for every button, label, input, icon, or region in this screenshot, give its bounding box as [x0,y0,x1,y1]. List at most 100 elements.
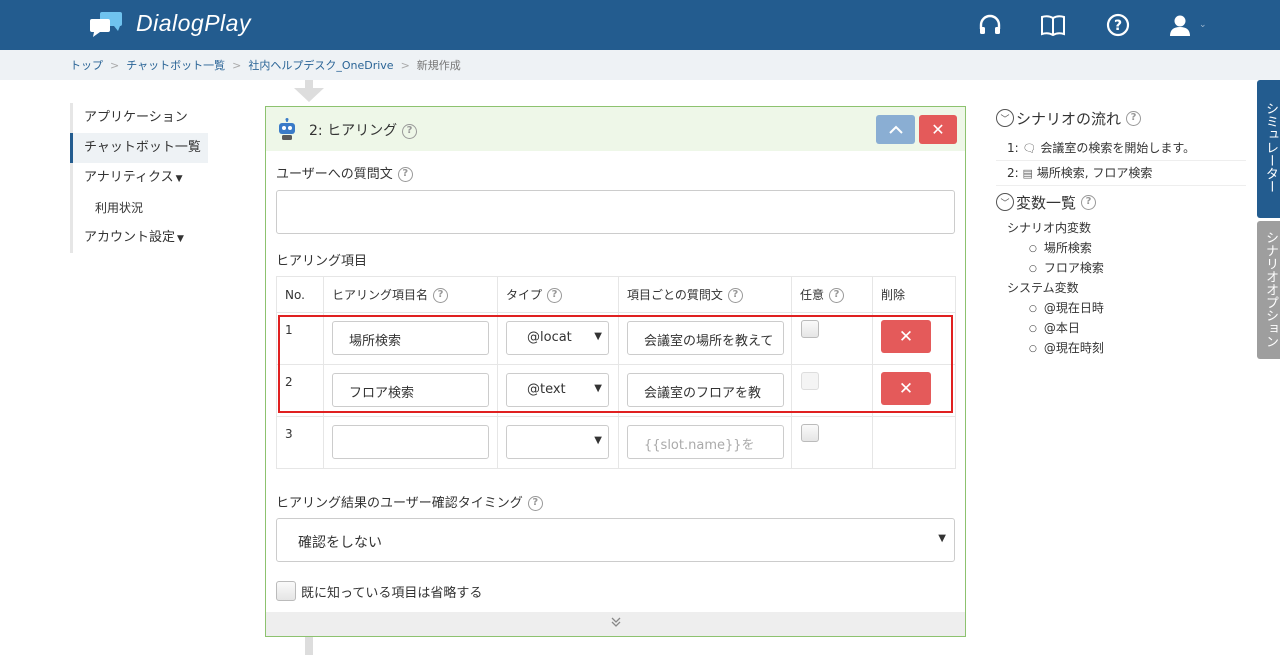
caret-down-icon: ▼ [594,331,602,342]
sidebar-item-usage[interactable]: 利用状況 [70,193,220,223]
double-chevron-down-icon [611,617,620,627]
simulator-tab[interactable]: シミュレーター [1257,80,1280,218]
sidebar-item-analytics[interactable]: アナリティクス ▼ [70,163,220,193]
row-number: 2 [276,364,324,417]
side-nav: アプリケーション チャットボット一覧 アナリティクス ▼ 利用状況 アカウント設定… [70,103,220,253]
help-icon[interactable]: ? [829,288,845,303]
question-input[interactable] [276,190,955,234]
form-icon: ▤ [1022,167,1033,180]
items-label: ヒアリング項目 [276,254,368,269]
item-name-input[interactable]: 場所検索 [332,321,489,355]
type-select-value: @locat [527,330,572,345]
breadcrumb-chatbot-list[interactable]: チャットボット一覧 [126,57,225,73]
table-row: 2 フロア検索 @text ▼ 会議室のフロアを教 ✕ [276,364,956,417]
flow-item-text: 場所検索, フロア検索 [1036,166,1153,180]
help-icon[interactable]: ? [527,496,543,511]
sidebar-item-account-settings[interactable]: アカウント設定 ▼ [70,223,220,253]
panel-title: 2: ヒアリング? [309,120,418,140]
sidebar-item-applications[interactable]: アプリケーション [70,103,220,133]
col-delete: 削除 [872,276,956,313]
row-number: 1 [276,312,324,365]
chevron-up-icon [888,125,903,134]
sidebar-item-label: アナリティクス [84,170,174,185]
collapse-button[interactable] [876,115,915,144]
col-label: タイプ [506,288,543,302]
headset-icon[interactable] [977,12,1003,38]
delete-row-button[interactable]: ✕ [881,320,931,353]
variable-item: @本日 [996,318,1246,338]
variable-item: フロア検索 [996,258,1246,278]
item-question-input[interactable]: {{slot.name}}を [627,425,784,459]
caret-down-icon: ▼ [938,533,946,544]
help-icon[interactable]: ? [433,288,449,303]
scenario-flow-title[interactable]: ﹀ シナリオの流れ ? [996,106,1246,130]
delete-node-button[interactable]: ✕ [919,115,957,144]
flow-arrow-down-icon [294,88,324,102]
item-name-input[interactable]: フロア検索 [332,373,489,407]
top-header: DialogPlay ? ⌄ [0,0,1280,50]
delete-row-button[interactable]: ✕ [881,372,931,405]
table-row: 3 ▼ {{slot.name}}を [276,416,956,469]
variable-item: @現在日時 [996,298,1246,318]
variables-title-text: 変数一覧 [1016,193,1077,212]
row-number: 3 [276,416,324,469]
breadcrumb-bot-name[interactable]: 社内ヘルプデスク_OneDrive [248,57,393,73]
sidebar-item-chatbot-list[interactable]: チャットボット一覧 [70,133,208,163]
scenario-options-tab[interactable]: シナリオオプション [1257,221,1280,359]
optional-checkbox[interactable] [801,372,819,390]
book-icon[interactable] [1040,12,1066,38]
flow-connector [305,637,313,655]
question-label: ユーザーへの質問文? [276,163,413,182]
caret-down-icon: ▼ [177,234,184,244]
hearing-items-table: No. ヒアリング項目名? タイプ? 項目ごとの質問文? 任意? 削除 1 場所… [276,276,956,469]
flow-item[interactable]: 1: 🗨 会議室の検索を開始します。 [996,136,1246,161]
robot-icon [279,118,295,140]
confirm-timing-value: 確認をしない [298,535,382,551]
skip-known-label[interactable]: 既に知っている項目は省略する [301,582,482,601]
caret-down-icon: ▼ [594,383,602,394]
type-select[interactable]: @locat ▼ [506,321,609,355]
flow-item-number: 2: [1007,166,1019,180]
help-icon[interactable]: ? [397,167,413,182]
col-no: No. [276,276,324,313]
breadcrumb-top[interactable]: トップ [70,57,103,73]
item-question-input[interactable]: 会議室の場所を教えて [627,321,784,355]
confirm-timing-select[interactable]: 確認をしない ▼ [276,518,955,562]
question-label-text: ユーザーへの質問文 [276,167,393,182]
app-logo[interactable]: DialogPlay [88,10,251,37]
confirm-timing-label-text: ヒアリング結果のユーザー確認タイミング [276,496,523,511]
col-label: 項目ごとの質問文 [627,288,723,302]
type-select[interactable]: ▼ [506,425,609,459]
variables-title[interactable]: ﹀ 変数一覧 ? [996,190,1246,214]
variable-item: 場所検索 [996,238,1246,258]
item-question-input[interactable]: 会議室のフロアを教 [627,373,784,407]
sidebar-item-label: アカウント設定 [84,230,176,245]
help-icon[interactable]: ? [547,288,563,303]
col-optional: 任意? [791,276,873,313]
breadcrumb: トップ > チャットボット一覧 > 社内ヘルプデスク_OneDrive > 新規作成 [0,50,1280,80]
user-menu[interactable]: ⌄ [1168,12,1216,38]
chevron-down-icon: ﹀ [996,193,1014,211]
expand-toggle[interactable] [266,612,965,636]
optional-checkbox[interactable] [801,320,819,338]
skip-known-checkbox[interactable] [276,581,296,601]
svg-text:?: ? [1114,18,1122,34]
chat-bubbles-icon [90,11,122,37]
type-select[interactable]: @text ▼ [506,373,609,407]
close-icon: ✕ [931,120,945,139]
variable-item: @現在時刻 [996,338,1246,358]
help-icon[interactable]: ? [402,123,418,139]
confirm-timing-label: ヒアリング結果のユーザー確認タイミング? [276,492,543,511]
help-icon[interactable]: ? [1126,110,1142,126]
system-vars-label: システム変数 [1007,281,1079,295]
help-icon[interactable]: ? [1081,194,1097,210]
help-icon[interactable]: ? [1105,12,1131,38]
breadcrumb-current: 新規作成 [416,59,461,72]
optional-checkbox[interactable] [801,424,819,442]
help-icon[interactable]: ? [727,288,743,303]
close-icon: ✕ [898,378,914,399]
panel-header: 2: ヒアリング? ✕ [266,107,965,151]
scenario-flow-title-text: シナリオの流れ [1016,109,1122,128]
item-name-input[interactable] [332,425,489,459]
flow-item[interactable]: 2: ▤ 場所検索, フロア検索 [996,161,1246,186]
